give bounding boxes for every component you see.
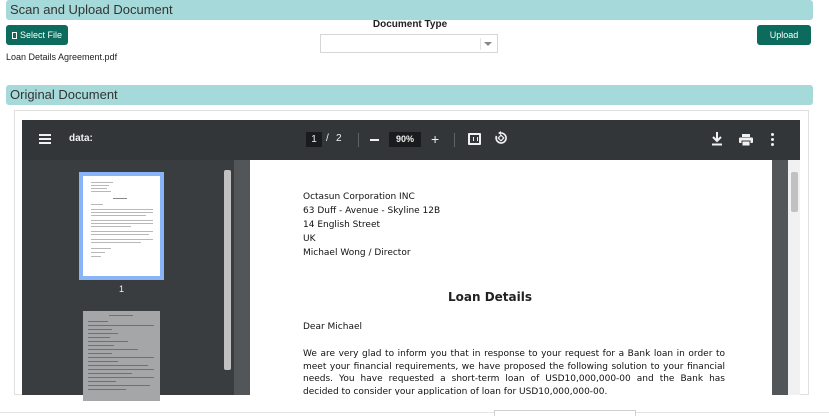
document-type-label: Document Type: [372, 19, 448, 30]
thumbnail-page-label: 1: [118, 284, 124, 294]
page-scrollbar[interactable]: [788, 160, 800, 395]
page-thumbnail-2[interactable]: [83, 311, 160, 401]
rotate-icon[interactable]: [494, 131, 508, 145]
document-type-select[interactable]: [320, 34, 498, 53]
chevron-down-icon: [484, 42, 492, 46]
upload-button[interactable]: Upload: [757, 25, 811, 45]
original-document-header: Original Document: [6, 85, 813, 105]
page-total: 2: [336, 133, 342, 144]
document-paragraph: We are very glad to inform you that in r…: [303, 349, 725, 395]
address-line: 14 English Street: [303, 220, 381, 230]
bottom-input[interactable]: [494, 410, 636, 416]
address-line: Michael Wong / Director: [303, 248, 411, 258]
toolbar-divider: [358, 133, 359, 147]
page-scrollbar-thumb[interactable]: [791, 172, 798, 212]
page-number-input[interactable]: 1: [306, 132, 322, 147]
print-icon[interactable]: [739, 133, 753, 147]
toolbar-divider: [454, 133, 455, 147]
zoom-level-input[interactable]: 90%: [389, 132, 421, 147]
select-file-button[interactable]: Select File: [6, 25, 68, 45]
pdf-toolbar: data: 1 / 2 90% +: [22, 120, 800, 160]
zoom-out-icon[interactable]: [370, 139, 379, 141]
original-document-title: Original Document: [10, 87, 118, 102]
fit-page-icon[interactable]: [468, 133, 481, 145]
address-line: 63 Duff - Avenue - Skyline 12B: [303, 206, 441, 216]
page-thumbnail-1[interactable]: [79, 172, 164, 280]
document-heading: Loan Details: [447, 290, 532, 304]
upload-label: Upload: [769, 30, 799, 40]
bottom-divider: [0, 412, 829, 413]
pdf-title: data:: [69, 133, 93, 144]
pdf-canvas: Octasun Corporation INC 63 Duff - Avenue…: [234, 160, 800, 395]
page-separator: /: [326, 133, 329, 144]
menu-icon[interactable]: [39, 134, 51, 144]
thumbnail-sidebar: 1: [22, 160, 234, 401]
address-line: UK: [303, 234, 316, 244]
address-line: Octasun Corporation INC: [303, 192, 415, 202]
selected-file-name: Loan Details Agreement.pdf: [6, 52, 118, 62]
upload-section-header: Scan and Upload Document: [6, 0, 813, 20]
sidebar-scrollbar-thumb[interactable]: [224, 170, 231, 370]
pdf-page: Octasun Corporation INC 63 Duff - Avenue…: [250, 160, 772, 395]
select-file-label: Select File: [19, 30, 63, 40]
download-icon[interactable]: [711, 132, 723, 146]
document-salutation: Dear Michael: [303, 322, 363, 332]
sidebar-scrollbar[interactable]: [222, 160, 234, 395]
upload-section-title: Scan and Upload Document: [10, 2, 173, 17]
more-icon[interactable]: [771, 133, 775, 147]
select-divider: [480, 38, 481, 50]
file-icon: [11, 31, 17, 39]
zoom-in-icon[interactable]: +: [431, 132, 439, 146]
